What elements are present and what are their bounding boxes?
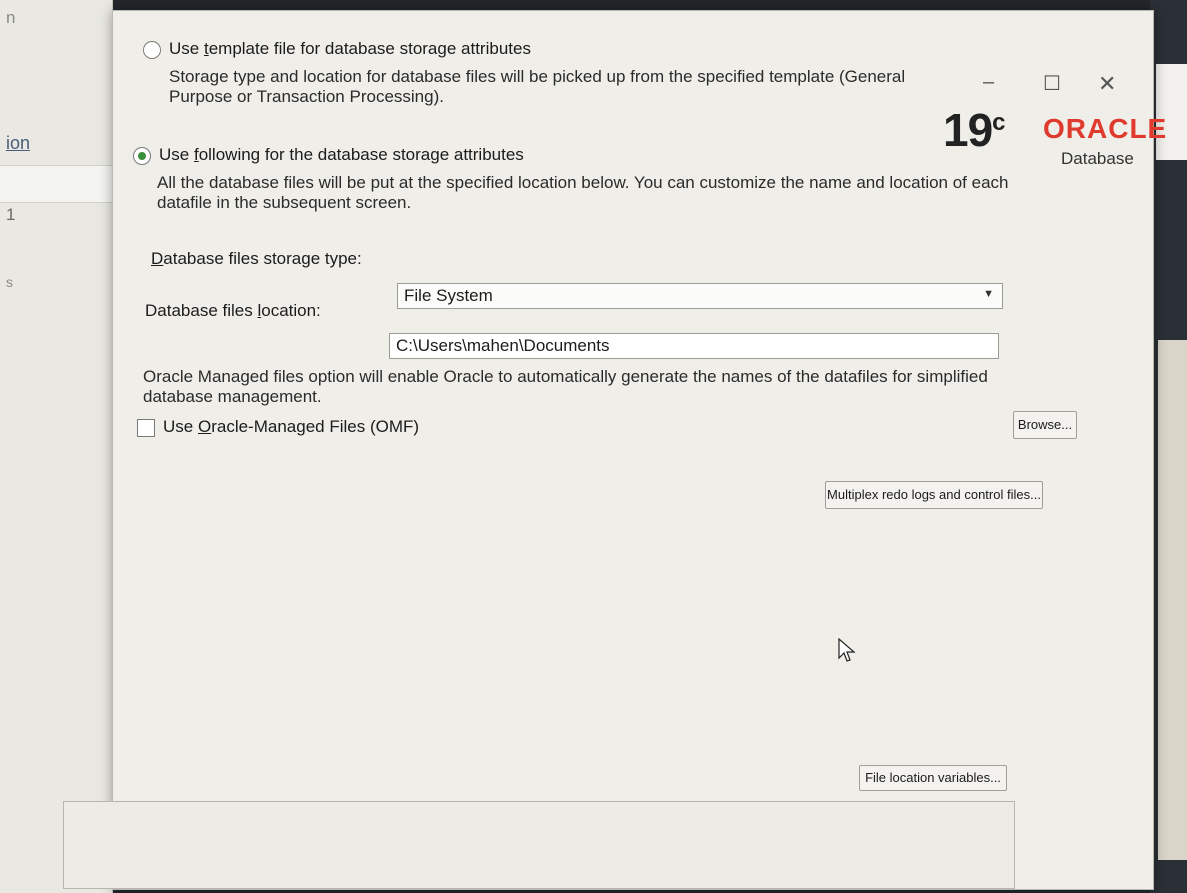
background-panel — [1156, 64, 1187, 160]
oracle-19c-logo: 19c ORACLE Database — [943, 103, 1166, 168]
sidebar-item[interactable]: s — [6, 274, 13, 290]
template-radio[interactable] — [143, 40, 161, 59]
logo-version: 19c — [943, 104, 1006, 156]
browse-button[interactable]: Browse... — [1013, 411, 1077, 439]
following-radio[interactable] — [133, 146, 151, 165]
sidebar-item[interactable]: 1 — [6, 205, 15, 225]
sidebar-highlight-row — [0, 165, 112, 203]
message-panel — [63, 801, 1015, 889]
background-panel — [1158, 340, 1187, 860]
sidebar-item[interactable]: n — [6, 8, 15, 28]
multiplex-redo-logs-button[interactable]: Multiplex redo logs and control files... — [825, 481, 1043, 509]
omf-option[interactable]: Use Oracle-Managed Files (OMF) — [137, 417, 419, 437]
file-location-variables-button[interactable]: File location variables... — [859, 765, 1007, 791]
omf-description: Oracle Managed files option will enable … — [143, 367, 988, 406]
mouse-pointer-icon — [838, 638, 856, 662]
sidebar-item-link[interactable]: ion — [6, 133, 30, 154]
files-location-label: Database files location: — [145, 301, 321, 320]
template-option[interactable]: Use template file for database storage a… — [143, 39, 531, 59]
files-location-input[interactable]: C:\Users\mahen\Documents — [389, 333, 999, 359]
minimize-icon[interactable]: – — [983, 71, 994, 94]
omf-checkbox[interactable] — [137, 418, 155, 437]
background-sidebar: n ion 1 s — [0, 0, 113, 893]
following-description: All the database files will be put at th… — [157, 173, 1009, 212]
logo-brand: ORACLE — [1043, 113, 1168, 144]
storage-type-dropdown[interactable]: File System ▼ — [397, 283, 1003, 309]
following-option[interactable]: Use following for the database storage a… — [133, 145, 524, 165]
maximize-icon[interactable]: ☐ — [1043, 71, 1061, 96]
storage-type-label: Database files storage type: — [151, 249, 362, 268]
storage-options-dialog: – ☐ ✕ 19c ORACLE Database Use template f… — [63, 10, 1166, 890]
close-icon[interactable]: ✕ — [1098, 71, 1116, 97]
chevron-down-icon[interactable]: ▼ — [983, 288, 994, 300]
logo-product: Database — [1061, 149, 1134, 168]
template-description: Storage type and location for database f… — [169, 67, 906, 106]
